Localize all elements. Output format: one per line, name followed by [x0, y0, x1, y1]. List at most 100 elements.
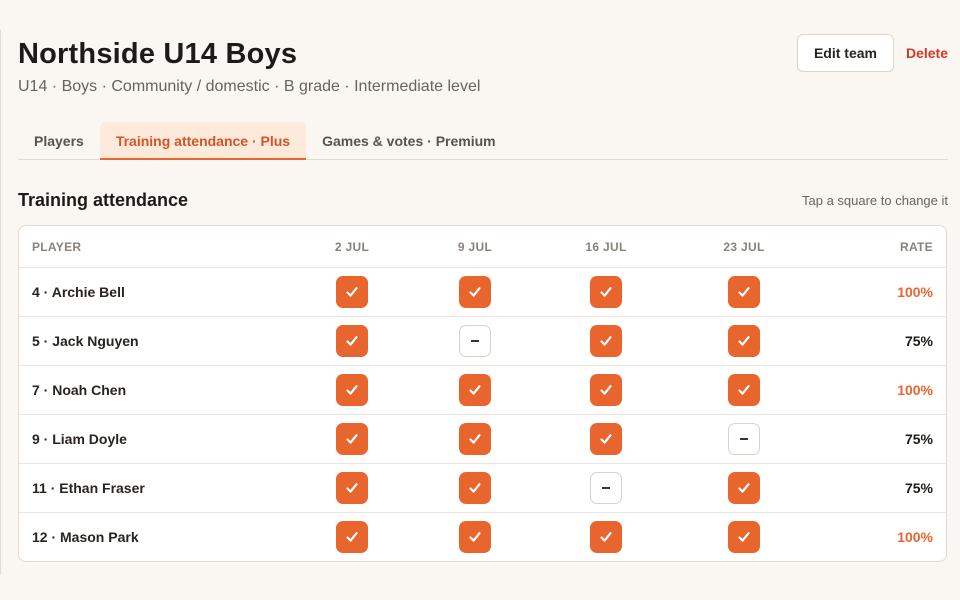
- delete-team-button[interactable]: Delete: [906, 45, 948, 61]
- attendance-cell: [571, 366, 641, 414]
- check-icon: [467, 284, 483, 300]
- check-icon: [598, 284, 614, 300]
- attendance-toggle-present[interactable]: [590, 276, 622, 308]
- attendance-cell: [571, 415, 641, 463]
- check-icon: [467, 480, 483, 496]
- check-icon: [344, 431, 360, 447]
- player-name: 11 · Ethan Fraser: [32, 480, 145, 496]
- attendance-cell: [709, 366, 779, 414]
- attendance-cell: [571, 513, 641, 561]
- attendance-cell: [440, 317, 510, 365]
- check-icon: [467, 431, 483, 447]
- player-name: 9 · Liam Doyle: [32, 431, 127, 447]
- tab-games-votes[interactable]: Games & votes · Premium: [306, 122, 512, 160]
- attendance-toggle-present[interactable]: [459, 521, 491, 553]
- dash-icon: [740, 438, 748, 440]
- attendance-toggle-absent[interactable]: [728, 423, 760, 455]
- check-icon: [344, 480, 360, 496]
- section-title: Training attendance: [18, 189, 189, 210]
- attendance-toggle-present[interactable]: [336, 276, 368, 308]
- left-divider: [0, 30, 1, 575]
- player-name: 7 · Noah Chen: [32, 382, 127, 398]
- check-icon: [736, 284, 752, 300]
- attendance-toggle-present[interactable]: [590, 374, 622, 406]
- attendance-cell: [440, 464, 510, 512]
- check-icon: [598, 333, 614, 349]
- table-row: 5 · Jack Nguyen 75%: [19, 316, 946, 365]
- header-actions: Edit team Delete: [796, 34, 948, 72]
- column-header-date: 2 JUL: [334, 239, 370, 254]
- attendance-rate: 75%: [904, 333, 933, 349]
- attendance-toggle-present[interactable]: [336, 423, 368, 455]
- attendance-cell: [317, 513, 387, 561]
- attendance-toggle-present[interactable]: [459, 472, 491, 504]
- attendance-cell: [317, 366, 387, 414]
- section-header: Training attendance Tap a square to chan…: [18, 188, 948, 212]
- attendance-toggle-present[interactable]: [459, 374, 491, 406]
- table-header-row: PLAYER 2 JUL 9 JUL 16 JUL 23 JUL RATE: [19, 226, 946, 267]
- table-row: 11 · Ethan Fraser 75%: [19, 463, 946, 512]
- attendance-toggle-present[interactable]: [459, 276, 491, 308]
- attendance-toggle-present[interactable]: [336, 325, 368, 357]
- attendance-cell: [571, 268, 641, 316]
- column-header-rate: RATE: [900, 239, 933, 254]
- check-icon: [736, 529, 752, 545]
- check-icon: [736, 480, 752, 496]
- attendance-toggle-present[interactable]: [590, 521, 622, 553]
- attendance-rate: 100%: [897, 284, 933, 300]
- player-name: 12 · Mason Park: [32, 529, 139, 545]
- attendance-toggle-present[interactable]: [728, 374, 760, 406]
- edit-team-button[interactable]: Edit team: [796, 34, 894, 72]
- check-icon: [467, 529, 483, 545]
- attendance-toggle-present[interactable]: [728, 325, 760, 357]
- check-icon: [598, 431, 614, 447]
- attendance-cell: [709, 317, 779, 365]
- attendance-toggle-present[interactable]: [728, 276, 760, 308]
- check-icon: [344, 529, 360, 545]
- tab-training-attendance[interactable]: Training attendance · Plus: [99, 122, 307, 160]
- attendance-table: PLAYER 2 JUL 9 JUL 16 JUL 23 JUL RATE 4 …: [18, 225, 947, 562]
- check-icon: [736, 333, 752, 349]
- attendance-cell: [317, 464, 387, 512]
- attendance-toggle-present[interactable]: [728, 521, 760, 553]
- attendance-toggle-present[interactable]: [728, 472, 760, 504]
- attendance-toggle-present[interactable]: [590, 423, 622, 455]
- attendance-cell: [440, 366, 510, 414]
- attendance-toggle-absent[interactable]: [459, 325, 491, 357]
- check-icon: [467, 382, 483, 398]
- page: Northside U14 Boys U14 · Boys · Communit…: [0, 0, 960, 600]
- check-icon: [344, 284, 360, 300]
- team-meta: U14 · Boys · Community / domestic · B gr…: [18, 78, 481, 95]
- attendance-toggle-present[interactable]: [459, 423, 491, 455]
- check-icon: [598, 529, 614, 545]
- attendance-cell: [571, 317, 641, 365]
- player-name: 5 · Jack Nguyen: [32, 333, 139, 349]
- tab-bar: Players Training attendance · Plus Games…: [18, 122, 948, 160]
- tab-players[interactable]: Players: [18, 122, 100, 160]
- attendance-cell: [440, 415, 510, 463]
- attendance-toggle-present[interactable]: [590, 325, 622, 357]
- attendance-cell: [709, 464, 779, 512]
- attendance-cell: [709, 415, 779, 463]
- check-icon: [344, 333, 360, 349]
- table-body: 4 · Archie Bell 100% 5 · Jack Nguyen 75% 7 ·…: [19, 267, 946, 561]
- column-header-date: 16 JUL: [585, 239, 627, 254]
- attendance-cell: [440, 513, 510, 561]
- dash-icon: [471, 340, 479, 342]
- attendance-rate: 75%: [904, 480, 933, 496]
- check-icon: [344, 382, 360, 398]
- attendance-toggle-present[interactable]: [336, 472, 368, 504]
- table-row: 12 · Mason Park 100%: [19, 512, 946, 561]
- attendance-cell: [709, 268, 779, 316]
- attendance-toggle-absent[interactable]: [590, 472, 622, 504]
- column-header-date: 23 JUL: [723, 239, 765, 254]
- attendance-toggle-present[interactable]: [336, 521, 368, 553]
- table-row: 9 · Liam Doyle 75%: [19, 414, 946, 463]
- attendance-cell: [317, 415, 387, 463]
- check-icon: [598, 382, 614, 398]
- attendance-cell: [317, 268, 387, 316]
- table-row: 7 · Noah Chen 100%: [19, 365, 946, 414]
- attendance-rate: 100%: [897, 529, 933, 545]
- attendance-toggle-present[interactable]: [336, 374, 368, 406]
- check-icon: [736, 382, 752, 398]
